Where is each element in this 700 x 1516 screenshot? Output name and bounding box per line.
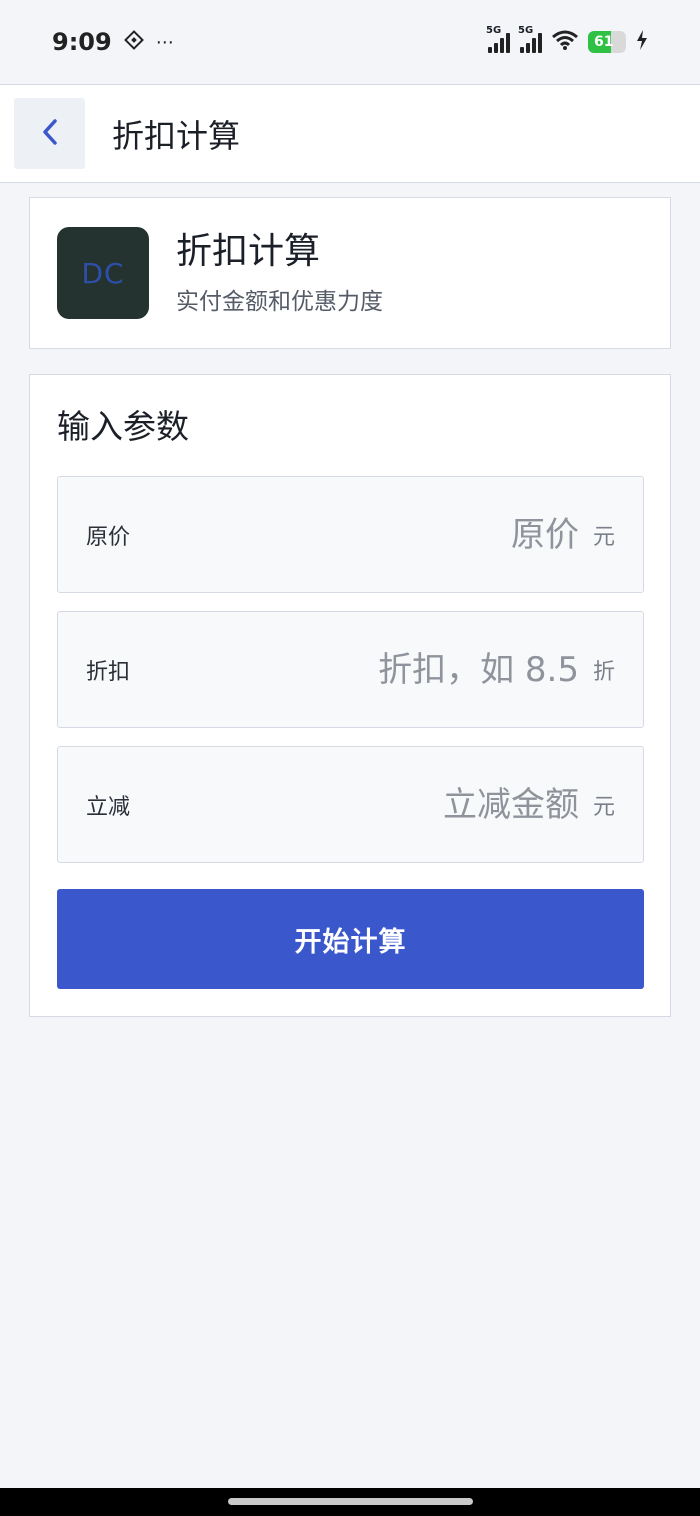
back-button[interactable] <box>14 98 85 169</box>
sim2-label: 5G <box>518 25 534 36</box>
battery-icon: 61 <box>588 31 626 53</box>
system-nav-bar <box>0 1488 700 1516</box>
discount-field[interactable]: 折扣 折 <box>57 611 644 728</box>
tool-subtitle: 实付金额和优惠力度 <box>176 289 383 315</box>
top-app-bar: 折扣计算 <box>0 84 700 183</box>
tool-title: 折扣计算 <box>176 231 321 272</box>
tool-logo: DC <box>57 227 149 319</box>
reduction-input[interactable] <box>154 784 579 825</box>
reduction-unit: 元 <box>592 794 615 820</box>
discount-label: 折扣 <box>86 659 131 685</box>
chevron-left-icon <box>41 118 59 150</box>
signal-sim1-icon: 5G <box>486 25 510 53</box>
status-bar: 9:09 ⋯ 5G 5G 61 <box>0 0 700 84</box>
status-right: 5G 5G 61 <box>486 25 648 55</box>
reduction-field[interactable]: 立减 元 <box>57 746 644 863</box>
calculate-button[interactable]: 开始计算 <box>57 889 644 989</box>
discount-unit: 折 <box>592 659 615 685</box>
reduction-label: 立减 <box>86 794 131 820</box>
original-price-input[interactable] <box>154 514 579 555</box>
original-price-field[interactable]: 原价 元 <box>57 476 644 593</box>
more-notifications-icon: ⋯ <box>155 31 174 53</box>
battery-level: 61 <box>594 34 614 50</box>
status-time: 9:09 <box>52 28 112 56</box>
input-form-card: 输入参数 原价 元 折扣 折 立减 元 开始计算 <box>29 374 671 1017</box>
section-title: 输入参数 <box>57 407 189 446</box>
discount-input[interactable] <box>154 649 579 690</box>
home-indicator[interactable] <box>228 1498 473 1505</box>
tool-logo-text: DC <box>81 256 125 290</box>
tool-header-card: DC 折扣计算 实付金额和优惠力度 <box>29 197 671 349</box>
charging-icon <box>636 30 648 54</box>
app-notification-icon <box>123 29 144 55</box>
original-price-unit: 元 <box>592 524 615 550</box>
tool-header-text: 折扣计算 实付金额和优惠力度 <box>176 230 383 316</box>
original-price-label: 原价 <box>86 524 131 550</box>
sim1-label: 5G <box>486 25 502 36</box>
wifi-icon <box>552 30 578 55</box>
signal-sim2-icon: 5G <box>518 25 542 53</box>
page-title: 折扣计算 <box>112 116 241 155</box>
status-left: 9:09 ⋯ <box>52 28 174 56</box>
